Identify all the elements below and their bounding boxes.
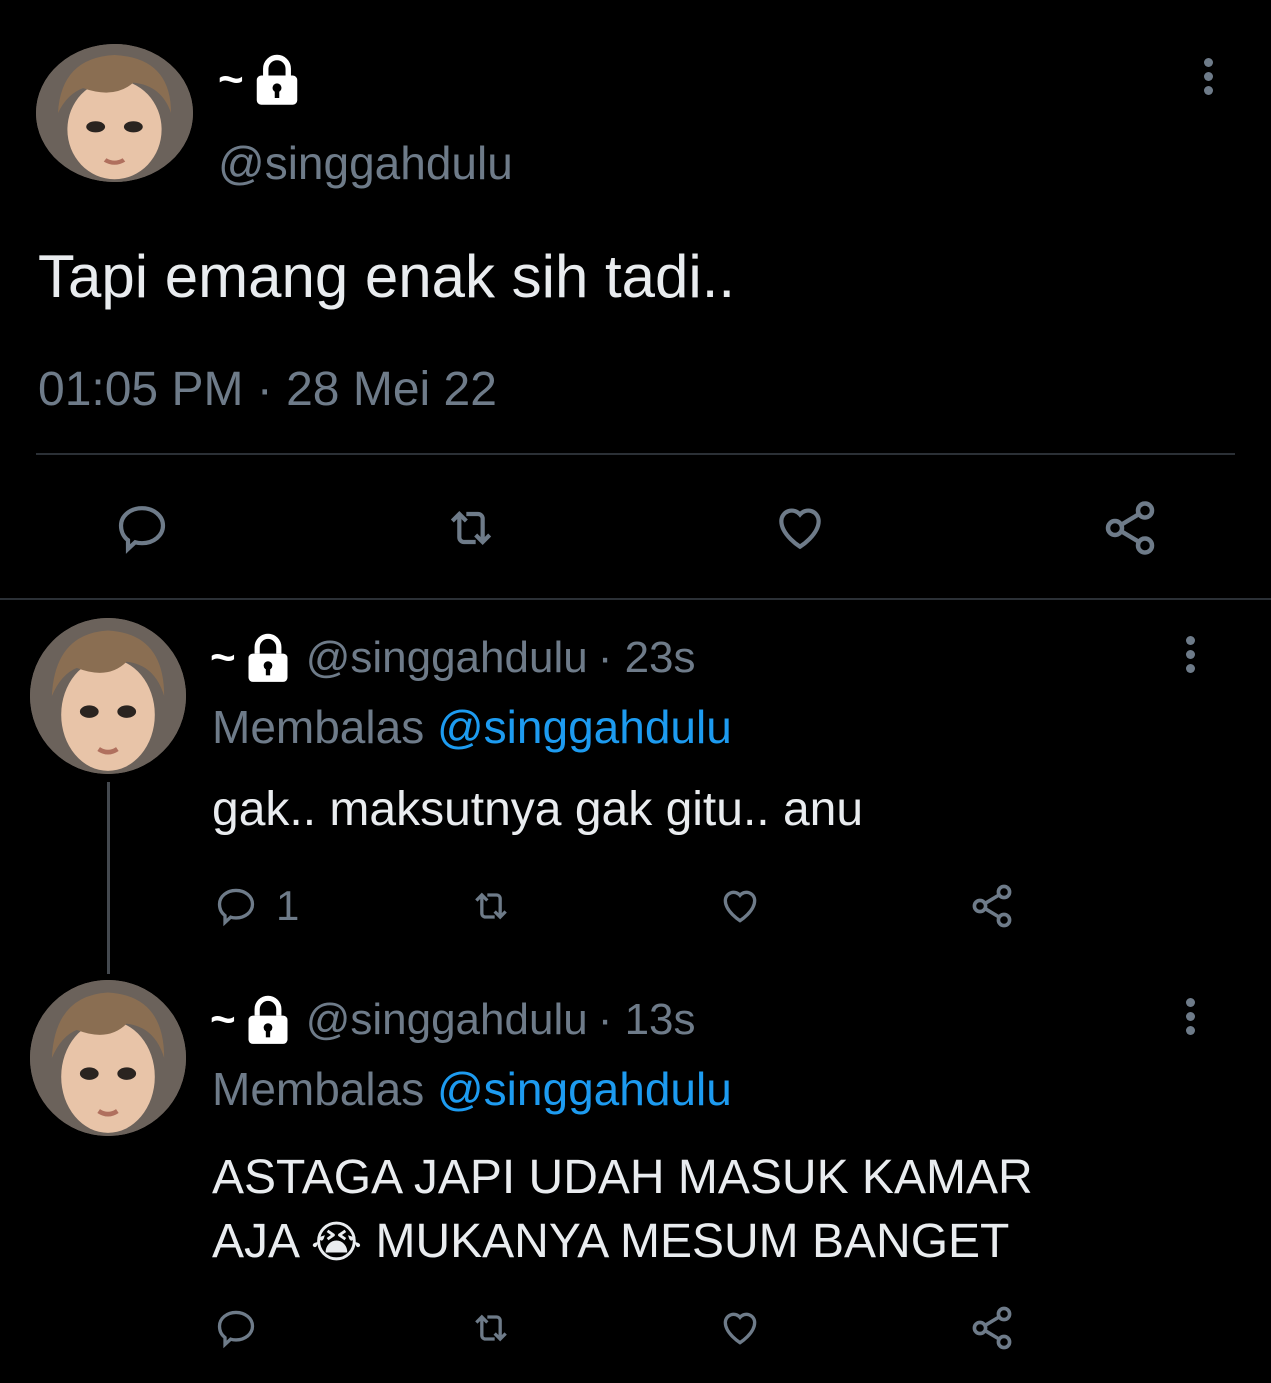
avatar[interactable] [30,618,186,774]
replying-label: Membalas [212,1063,425,1115]
more-options-icon[interactable] [1201,58,1215,100]
reply-icon[interactable] [214,1306,258,1350]
profile-photo [36,44,193,182]
reply-count: 1 [276,882,300,929]
retweet-icon[interactable] [466,1306,516,1350]
replying-to: Membalas @singgahdulu [212,1062,732,1116]
text-segment: MUKANYA MESUM BANGET [375,1215,1010,1268]
lock-icon [242,632,294,684]
divider [0,598,1271,600]
mention-link[interactable]: @singgahdulu [437,1063,732,1115]
like-icon[interactable] [716,1306,764,1350]
retweet-icon[interactable] [440,500,502,556]
reply-header[interactable]: ~ @singgahdulu · 23s [210,628,696,688]
tweet-timestamp[interactable]: 01:05 PM · 28 Mei 22 [38,362,497,417]
mention-link[interactable]: @singgahdulu [437,701,732,753]
lock-icon [250,53,304,107]
reply-time: · 13s [597,995,696,1044]
avatar[interactable] [36,44,193,182]
display-name: ~ [210,633,236,682]
reply-text-line: AJA 😭 MUKANYA MESUM BANGET [212,1210,1212,1275]
like-icon[interactable] [770,500,830,556]
crying-face-emoji: 😭 [310,1218,363,1267]
lock-icon [242,994,294,1046]
replying-to: Membalas @singgahdulu [212,700,732,754]
reply-text: gak.. maksutnya gak gitu.. anu [212,783,864,836]
replying-label: Membalas [212,701,425,753]
profile-photo [30,618,186,774]
main-author-name[interactable]: ~ [218,50,304,110]
reply-icon[interactable] [214,884,258,928]
like-icon[interactable] [716,884,764,928]
share-icon[interactable] [968,882,1016,930]
reply-handle: @singgahdulu [305,995,588,1044]
display-name: ~ [210,995,236,1044]
display-name: ~ [218,55,244,104]
profile-photo [30,980,186,1136]
reply-text-line: ASTAGA JAPI UDAH MASUK KAMAR [212,1151,1033,1204]
more-options-icon[interactable] [1183,998,1197,1040]
reply-header[interactable]: ~ @singgahdulu · 13s [210,990,696,1050]
thread-line [107,782,110,974]
text-segment: AJA [212,1215,298,1268]
reply-text: ASTAGA JAPI UDAH MASUK KAMAR AJA 😭 MUKAN… [212,1146,1212,1275]
avatar[interactable] [30,980,186,1136]
main-handle[interactable]: @singgahdulu [218,136,513,190]
divider [36,453,1235,455]
tweet-text: Tapi emang enak sih tadi.. [38,243,736,310]
reply-time: · 23s [597,633,696,682]
more-options-icon[interactable] [1183,636,1197,678]
share-icon[interactable] [968,1304,1016,1352]
share-icon[interactable] [1100,498,1160,558]
reply-handle: @singgahdulu [305,633,588,682]
reply-icon[interactable] [114,500,170,556]
retweet-icon[interactable] [466,884,516,928]
